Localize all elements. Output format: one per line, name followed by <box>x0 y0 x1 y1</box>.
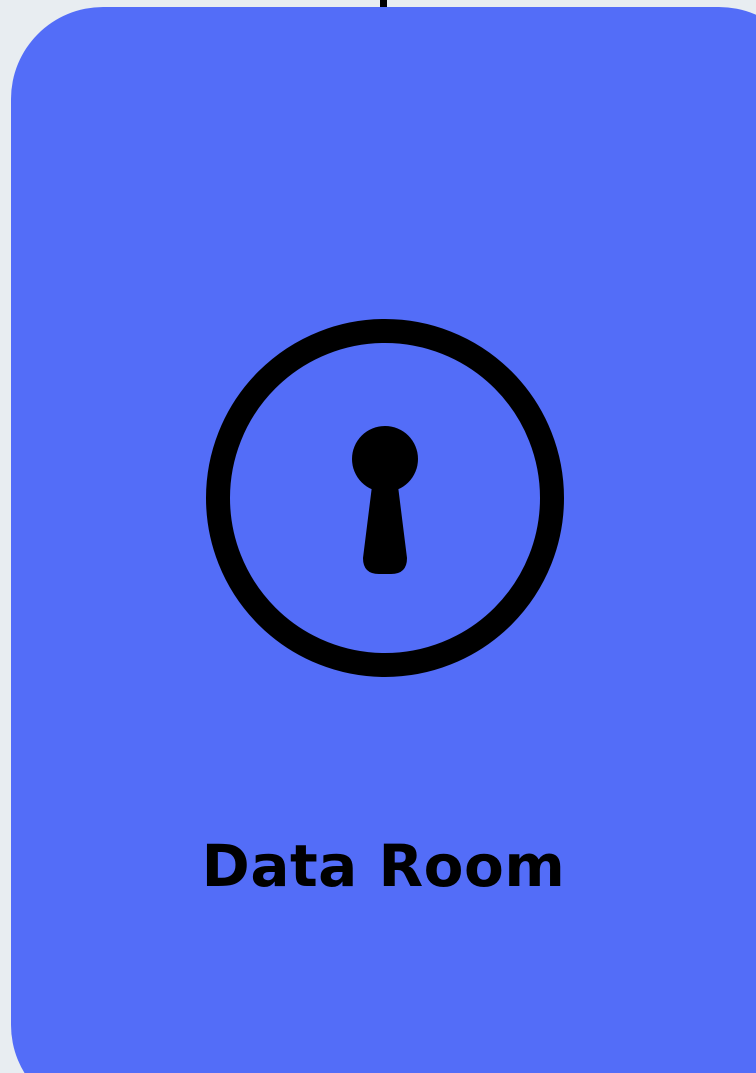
keyhole-lock-icon <box>206 319 564 677</box>
page: Data Room <box>0 0 756 1073</box>
card-title: Data Room <box>201 832 566 900</box>
